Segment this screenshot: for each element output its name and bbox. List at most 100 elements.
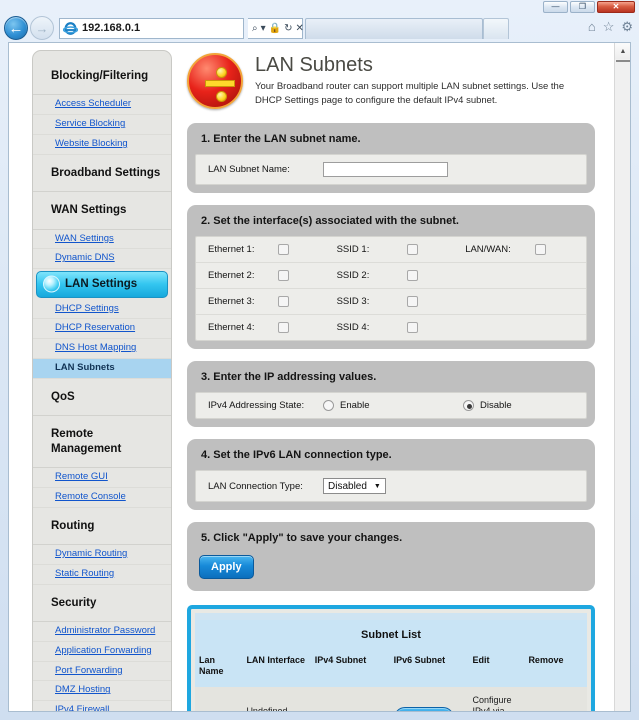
add-ipv6-cell: Add IPv6 <box>389 686 469 711</box>
sidebar-item-remote-gui[interactable]: Remote GUI <box>33 468 171 488</box>
gear-icon[interactable]: ⚙ <box>621 20 633 33</box>
chevron-down-icon: ▼ <box>373 482 381 490</box>
sidebar-item-dns-host-mapping[interactable]: DNS Host Mapping <box>33 339 171 359</box>
ssid-4-checkbox[interactable] <box>406 322 418 333</box>
section1-title: 1. Enter the LAN subnet name. <box>201 133 361 145</box>
sidebar-group-label: WAN Settings <box>51 204 127 217</box>
section4-title: 4. Set the IPv6 LAN connection type. <box>201 449 392 461</box>
section5-title: 5. Click "Apply" to save your changes. <box>201 532 403 544</box>
sidebar-group-wan-settings[interactable]: WAN Settings <box>33 192 171 230</box>
browser-toolbar-icons: ⌂ ☆ ⚙ <box>588 20 633 33</box>
sidebar-group-remote-management[interactable]: Remote Management <box>33 416 171 468</box>
sidebar-group-routing[interactable]: Routing <box>33 508 171 545</box>
close-button[interactable]: ✕ <box>597 1 635 13</box>
ssid-3-cell: SSID 3: <box>337 296 466 307</box>
table-header-row: Lan Name LAN Interface IPv4 Subnet IPv6 Sub… <box>195 650 587 687</box>
lan-connection-type-value: Disabled <box>328 480 367 492</box>
ethernet-4-label: Ethernet 4: <box>208 322 255 333</box>
page-header: LAN Subnets Your Broadband router can su… <box>187 50 595 123</box>
scrollbar-thumb[interactable] <box>616 60 630 62</box>
browser-window: — ❐ ✕ ← → 192.168.0.1 ⌕ ▾ 🔒 ↻ ✕ ⌂ ☆ ⚙ Bl… <box>0 0 639 720</box>
radio-disable-button[interactable] <box>463 400 474 411</box>
sidebar-item-lan-subnets[interactable]: LAN Subnets <box>33 359 171 379</box>
ethernet-1-cell: Ethernet 1: <box>208 244 337 255</box>
sidebar-item-service-blocking[interactable]: Service Blocking <box>33 115 171 135</box>
forward-arrow-icon[interactable]: → <box>30 16 54 40</box>
ssid-2-checkbox[interactable] <box>406 270 418 281</box>
search-icon[interactable]: ⌕ <box>252 23 258 34</box>
sidebar-item-port-forwarding[interactable]: Port Forwarding <box>33 662 171 682</box>
ethernet-4-checkbox[interactable] <box>278 322 289 333</box>
lan-connection-type-select[interactable]: Disabled ▼ <box>323 478 386 494</box>
radio-enable-label: Enable <box>340 400 370 411</box>
subnet-name-input[interactable] <box>323 162 448 177</box>
table-row: DefaultUndefined Interfaces192.168.0.0/2… <box>195 686 587 711</box>
sidebar-item-website-blocking[interactable]: Website Blocking <box>33 135 171 155</box>
sidebar-item-application-forwarding[interactable]: Application Forwarding <box>33 642 171 662</box>
sidebar-group-security[interactable]: Security <box>33 585 171 622</box>
radio-enable-button[interactable] <box>323 400 334 411</box>
section-apply: 5. Click "Apply" to save your changes. A… <box>187 522 595 591</box>
scroll-up-arrow-icon[interactable]: ▲ <box>615 43 630 59</box>
ipv4-subnet-cell: 192.168.0.0/24 <box>310 686 390 711</box>
sidebar-item-dynamic-dns[interactable]: Dynamic DNS <box>33 249 171 270</box>
radio-disable[interactable]: Disable <box>463 400 512 411</box>
sidebar-item-administrator-password[interactable]: Administrator Password <box>33 622 171 642</box>
lan-connection-type-row: LAN Connection Type: Disabled ▼ <box>196 471 586 501</box>
ssid-3-checkbox[interactable] <box>406 296 418 307</box>
sidebar-group-broadband-settings[interactable]: Broadband Settings <box>33 155 171 193</box>
new-tab-button[interactable] <box>483 18 509 39</box>
sidebar-group-lan-settings[interactable]: LAN Settings <box>36 271 168 298</box>
ethernet-3-cell: Ethernet 3: <box>208 296 337 307</box>
ethernet-3-checkbox[interactable] <box>278 296 289 307</box>
apply-button[interactable]: Apply <box>199 555 254 579</box>
lan-name-cell: Default <box>195 686 243 711</box>
sidebar-item-dynamic-routing[interactable]: Dynamic Routing <box>33 545 171 565</box>
sidebar-item-wan-settings[interactable]: WAN Settings <box>33 230 171 250</box>
url-text: 192.168.0.1 <box>82 22 141 34</box>
ipv4-state-row: IPv4 Addressing State: Enable Disable <box>196 393 586 418</box>
add-ipv6-button[interactable]: Add IPv6 <box>393 707 455 711</box>
browser-tab[interactable] <box>305 18 483 39</box>
main-content: LAN Subnets Your Broadband router can su… <box>187 50 595 711</box>
maximize-button[interactable]: ❐ <box>570 1 595 13</box>
subnet-list-table: Lan Name LAN Interface IPv4 Subnet IPv6 Sub… <box>195 650 587 711</box>
home-icon[interactable]: ⌂ <box>588 20 596 33</box>
stop-icon[interactable]: ✕ <box>295 23 303 34</box>
sidebar-item-access-scheduler[interactable]: Access Scheduler <box>33 95 171 116</box>
sidebar-group-qos[interactable]: QoS <box>33 379 171 417</box>
ethernet-2-cell: Ethernet 2: <box>208 270 337 281</box>
sidebar-item-remote-console[interactable]: Remote Console <box>33 488 171 508</box>
sidebar-item-dhcp-reservation[interactable]: DHCP Reservation <box>33 319 171 340</box>
refresh-icon[interactable]: ↻ <box>284 23 292 34</box>
ethernet-3-label: Ethernet 3: <box>208 296 255 307</box>
sidebar-item-dhcp-settings[interactable]: DHCP Settings <box>33 300 171 320</box>
sidebar-item-static-routing[interactable]: Static Routing <box>33 565 171 585</box>
ethernet-1-checkbox[interactable] <box>278 244 289 255</box>
interface-row: Ethernet 3: SSID 3: <box>196 289 586 315</box>
column-header-ipv6-subnet: IPv6 Subnet <box>389 650 469 687</box>
radio-enable[interactable]: Enable <box>323 400 463 411</box>
back-arrow-icon[interactable]: ← <box>4 16 28 40</box>
ssid-1-checkbox[interactable] <box>406 244 418 255</box>
sidebar-group-label: Remote Management <box>51 428 122 455</box>
ssid-1-label: SSID 1: <box>336 244 370 255</box>
subnet-list-panel: Subnet List Lan Name LAN Interface IPv4 Su… <box>187 605 595 711</box>
lan-wan-checkbox[interactable] <box>535 244 547 255</box>
address-bar[interactable]: 192.168.0.1 <box>59 17 244 39</box>
subnet-logo-icon <box>187 53 243 109</box>
sidebar-item-ipv4-firewall[interactable]: IPv4 Firewall <box>33 701 171 711</box>
minimize-button[interactable]: — <box>543 1 568 13</box>
ssid-4-label: SSID 4: <box>336 322 370 333</box>
remove-cell <box>524 686 587 711</box>
interface-grid: Ethernet 1: SSID 1: LAN/WAN: Ethernet 2: SSI… <box>195 236 587 341</box>
page-title: LAN Subnets <box>255 54 373 76</box>
ethernet-2-checkbox[interactable] <box>278 270 289 281</box>
favorites-star-icon[interactable]: ☆ <box>603 20 615 33</box>
lan-connection-type-label: LAN Connection Type: <box>208 480 303 492</box>
sidebar-item-dmz-hosting[interactable]: DMZ Hosting <box>33 681 171 702</box>
ethernet-1-label: Ethernet 1: <box>208 244 255 255</box>
sidebar-group-blocking-filtering[interactable]: Blocking/Filtering <box>33 58 171 96</box>
chevron-down-icon[interactable]: ▾ <box>261 23 266 34</box>
vertical-scrollbar[interactable]: ▲ <box>614 43 630 711</box>
